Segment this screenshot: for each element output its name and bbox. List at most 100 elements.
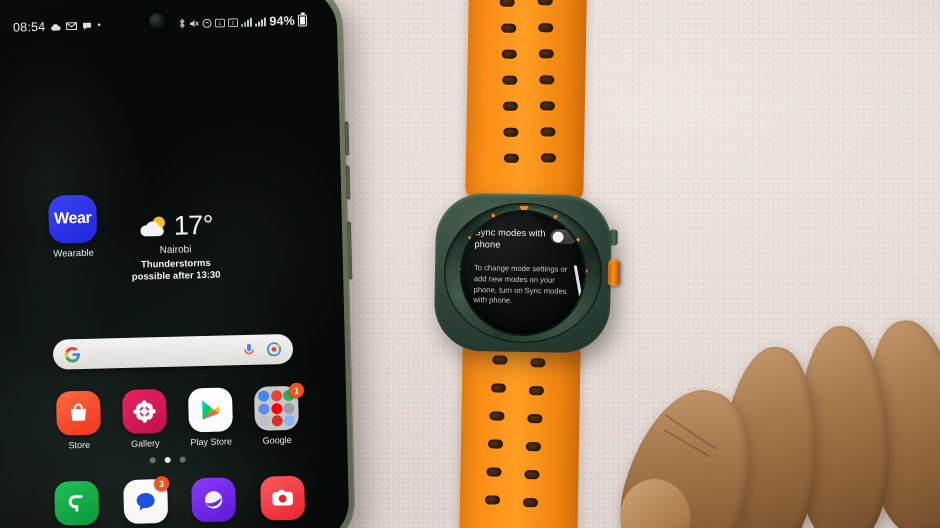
band-hole [537,0,553,6]
phone-dock: 3 [54,475,306,526]
google-play-icon [187,387,233,433]
google-lens-icon[interactable] [266,341,282,357]
band-hole [522,498,539,508]
battery-full-icon [297,14,308,27]
signal-bars-2-icon [255,16,267,27]
status-bar-right: 1 2 94% [178,13,308,30]
sim2-icon: 2 [228,17,239,27]
folder-item-7-icon [258,415,270,427]
page-dot-3[interactable] [179,456,186,463]
hand [600,315,940,528]
band-hole [539,75,555,85]
app-icon-gallery[interactable]: Gallery [118,388,171,449]
app-icon-store[interactable]: Store [52,390,105,450]
samsung-galaxy-store-icon [55,390,102,436]
samsung-internet-icon [191,477,237,523]
phone-device: 08:54 ● 1 2 94% Wear Wearable 17° Nairob… [0,0,355,528]
phone-status-bar: 08:54 ● 1 2 94% [0,9,337,40]
weather-main-row: 17° [110,209,241,241]
folder-badge-count: 1 [288,382,305,398]
band-hole [527,414,543,424]
phone-screen[interactable]: 08:54 ● 1 2 94% Wear Wearable 17° Nairob… [0,0,350,528]
status-time: 08:54 [12,19,46,35]
camera-icon [260,475,306,521]
band-hole [487,439,504,449]
app-label-store: Store [68,439,91,451]
messages-badge-count: 3 [153,475,170,492]
gallery-flower-icon [121,388,168,435]
band-hole [503,127,519,137]
app-icon-wearable[interactable]: Wear Wearable [47,194,99,260]
band-hole [539,101,555,111]
phone-handset-icon [54,480,100,526]
folder-item-4-icon [258,402,270,415]
band-hole [499,0,515,7]
weather-temperature: 17° [173,209,214,241]
watch-band-top [465,0,588,204]
band-hole [502,101,518,111]
app-label-google: Google [262,434,292,446]
watch-band-bottom [458,336,581,528]
bluetooth-icon [179,18,186,29]
folder-item-2-icon [270,390,282,402]
watch-scrollbar[interactable] [573,264,583,301]
phone-volume-down-button[interactable] [345,165,351,200]
band-hole [525,442,541,452]
cloud-icon [51,23,61,31]
app-grid-row: Store Gallery Play Store 1 Google [52,382,305,451]
search-input[interactable] [81,350,232,354]
google-search-bar[interactable] [52,333,294,370]
app-folder-google[interactable]: 1 Google [250,382,305,446]
sync-modes-toggle[interactable] [550,229,577,244]
app-label-gallery: Gallery [130,438,160,449]
dock-icon-internet[interactable] [191,477,237,523]
band-hole [524,470,540,480]
wear-icon: Wear [48,194,98,244]
weather-widget[interactable]: 17° Nairobi Thunderstorms possible after… [110,209,242,284]
watch-screen[interactable]: Sync modes with phone To change mode set… [460,210,586,336]
signal-bars-1-icon [241,17,253,27]
band-hole [490,383,507,393]
home-screen-page-indicator[interactable] [0,453,348,468]
phone-power-button[interactable] [346,221,353,280]
band-hole [484,495,501,505]
folder-item-8-icon [271,415,283,427]
band-hole [503,153,520,163]
folder-item-5-icon [270,402,283,414]
folder-item-9-icon [283,414,295,427]
battery-percent-text: 94% [269,13,296,29]
app-label-play-store: Play Store [190,436,233,448]
app-label-wearable: Wearable [53,247,94,260]
band-hole [538,23,554,33]
band-hole [538,49,554,59]
scene-backdrop: 08:54 ● 1 2 94% Wear Wearable 17° Nairob… [0,0,940,528]
setting-title: Sync modes with phone [474,227,546,250]
skin-crease [663,429,712,458]
microphone-icon[interactable] [241,342,257,358]
band-hole [492,355,508,365]
sim1-icon: 1 [215,18,226,27]
toggle-knob [551,231,564,243]
wifi-calling-icon [202,18,212,28]
band-hole [540,127,556,137]
weather-city: Nairobi [159,244,192,257]
partly-cloudy-icon [140,216,165,236]
dock-icon-phone[interactable] [54,480,100,526]
page-dot-1[interactable] [149,457,156,464]
phone-volume-up-button[interactable] [344,121,350,156]
band-hole [489,411,505,421]
mute-icon [190,19,200,27]
band-hole [501,23,517,33]
side-key-button[interactable] [609,229,618,246]
dock-icon-camera[interactable] [260,475,306,521]
screen-glare-1 [0,31,156,357]
page-dot-2-active[interactable] [164,456,171,464]
dock-icon-messages[interactable]: 3 [122,475,170,525]
gmail-icon [66,22,78,31]
weather-condition-line2: possible after 13:30 [131,269,221,283]
band-hole [530,358,546,368]
band-hole [540,153,557,163]
rotating-crown-button[interactable] [607,259,621,286]
app-icon-play-store[interactable]: Play Store [184,387,237,447]
setting-description: To change mode settings or add new modes… [473,263,568,306]
